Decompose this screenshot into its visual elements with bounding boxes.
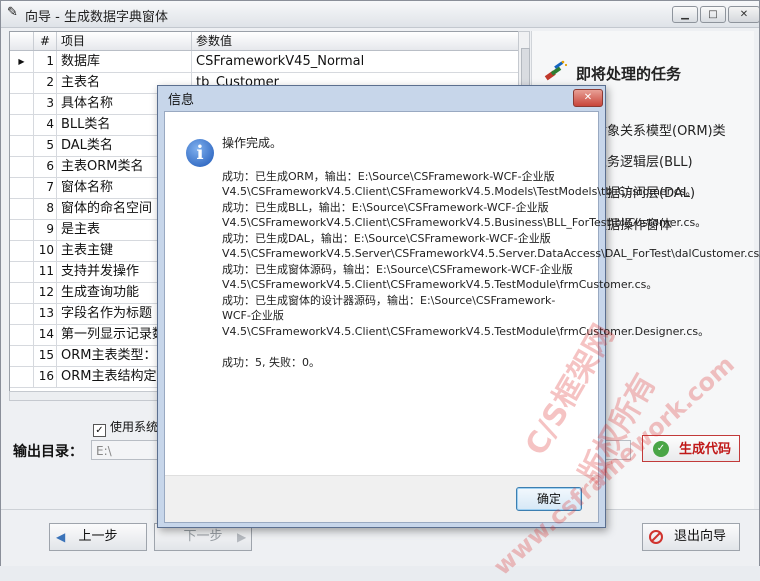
row-number: 1 — [34, 51, 57, 72]
row-number: 9 — [34, 219, 57, 240]
column-header-item[interactable]: 项目 — [57, 32, 192, 50]
row-number: 14 — [34, 324, 57, 345]
prev-button[interactable]: ◀ 上一步 — [49, 523, 147, 551]
task-item: 业务逻辑层(BLL) — [594, 155, 693, 170]
column-header-value[interactable]: 参数值 — [192, 32, 519, 50]
row-indicator-icon — [10, 135, 34, 156]
dialog-close-button[interactable]: ✕ — [573, 89, 603, 107]
task-item: 对象关系模型(ORM)类 — [594, 124, 726, 139]
row-number: 16 — [34, 366, 57, 387]
row-number: 2 — [34, 72, 57, 93]
exit-wizard-button[interactable]: 退出向导 — [642, 523, 740, 551]
result-line: 成功：已生成ORM，输出：E:\Source\CSFramework-WCF-企… — [222, 169, 697, 199]
row-number: 13 — [34, 303, 57, 324]
row-number: 4 — [34, 114, 57, 135]
row-indicator-icon — [10, 177, 34, 198]
grid-header: # 项目 参数值 — [10, 32, 519, 51]
row-indicator-icon — [10, 303, 34, 324]
wizard-wand-icon: ✎ — [7, 5, 18, 20]
output-dir-label: 输出目录： — [13, 444, 83, 460]
column-header-num[interactable]: # — [34, 32, 57, 50]
result-line: 成功：已生成BLL，输出：E:\Source\CSFramework-WCF-企… — [222, 200, 707, 230]
checkbox-checked-icon[interactable]: ✓ — [93, 424, 106, 437]
result-summary: 成功：5, 失败：0。 — [222, 356, 320, 369]
row-indicator-icon — [10, 114, 34, 135]
maximize-button[interactable]: □ — [700, 6, 726, 23]
dialog-heading: 操作完成。 — [222, 136, 283, 150]
dialog-title: 信息 — [168, 93, 195, 108]
row-indicator-icon: ▶ — [10, 51, 34, 72]
row-item[interactable]: 数据库 — [57, 51, 192, 72]
result-line: 成功：已生成窗体的设计器源码，输出：E:\Source\CSFramework-… — [222, 293, 710, 338]
row-number: 7 — [34, 177, 57, 198]
row-indicator-icon — [10, 240, 34, 261]
row-indicator-icon — [10, 93, 34, 114]
generate-code-button[interactable]: ✓ 生成代码 — [642, 435, 740, 462]
result-line: 成功：已生成DAL，输出：E:\Source\CSFramework-WCF-企… — [222, 231, 760, 261]
info-icon: i — [186, 139, 214, 167]
row-number: 12 — [34, 282, 57, 303]
tasks-title: 即将处理的任务 — [576, 65, 682, 83]
row-number: 10 — [34, 240, 57, 261]
dialog-message: 操作完成。 成功：已生成ORM，输出：E:\Source\CSFramework… — [222, 136, 760, 371]
row-indicator-icon — [10, 261, 34, 282]
row-number: 6 — [34, 156, 57, 177]
dialog-body: i 操作完成。 成功：已生成ORM，输出：E:\Source\CSFramewo… — [164, 111, 760, 523]
close-window-button[interactable]: ✕ — [728, 6, 760, 23]
row-indicator-icon — [10, 282, 34, 303]
dialog-footer: 确定 — [165, 475, 598, 522]
row-value[interactable]: CSFrameworkV45_Normal — [192, 51, 519, 72]
generate-check-icon: ✓ — [653, 441, 669, 457]
minimize-button[interactable]: ▁ — [672, 6, 698, 23]
tasks-tools-icon — [544, 60, 568, 81]
row-indicator-icon — [10, 156, 34, 177]
table-row[interactable]: ▶ 1 数据库 CSFrameworkV45_Normal — [10, 51, 519, 73]
row-number: 8 — [34, 198, 57, 219]
row-indicator-icon — [10, 219, 34, 240]
window-title: 向导 - 生成数据字典窗体 — [25, 10, 168, 25]
ok-button[interactable]: 确定 — [516, 487, 582, 511]
row-number: 5 — [34, 135, 57, 156]
row-number: 15 — [34, 345, 57, 366]
info-dialog: 信息 ✕ i 操作完成。 成功：已生成ORM，输出：E:\Source\CSFr… — [157, 85, 760, 528]
row-number: 11 — [34, 261, 57, 282]
title-bar: ✎ 向导 - 生成数据字典窗体 ▁ □ ✕ — [1, 1, 760, 28]
row-indicator-icon — [10, 366, 34, 387]
row-indicator-icon — [10, 324, 34, 345]
row-indicator-icon — [10, 72, 34, 93]
row-indicator-icon — [10, 198, 34, 219]
row-number: 3 — [34, 93, 57, 114]
row-indicator-icon — [10, 345, 34, 366]
result-line: 成功：已生成窗体源码，输出：E:\Source\CSFramework-WCF-… — [222, 262, 658, 292]
